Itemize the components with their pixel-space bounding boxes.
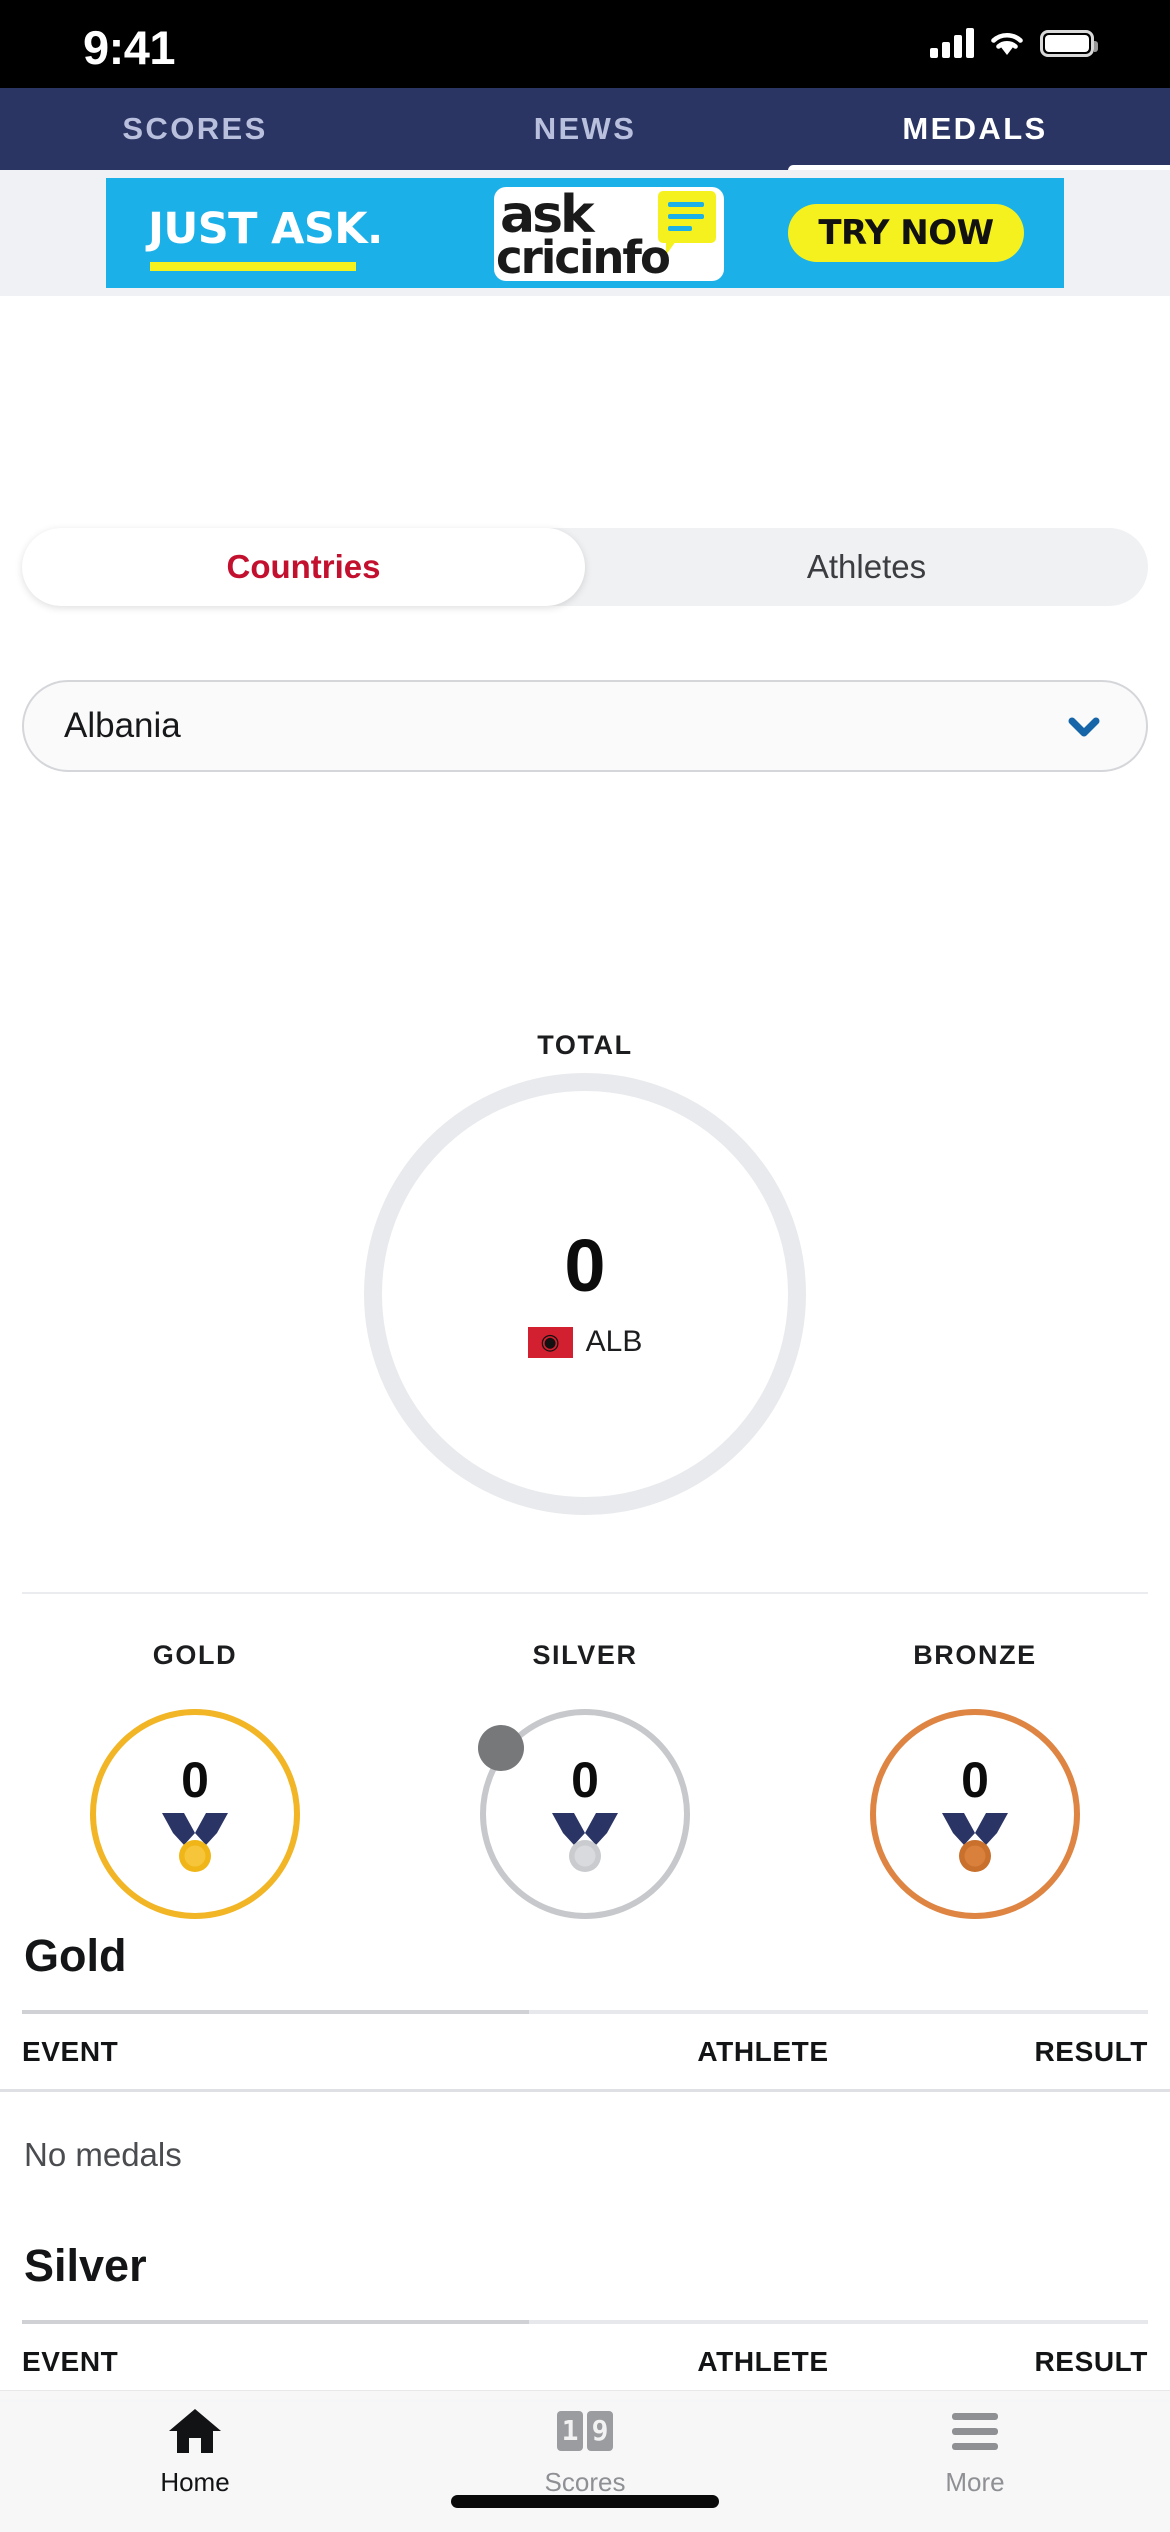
medal-column-silver: SILVER 0 <box>390 1640 780 1919</box>
segment-countries[interactable]: Countries <box>22 528 585 606</box>
section-rule-silver <box>22 2320 1148 2324</box>
tab-bar-item-more[interactable]: More <box>780 2405 1170 2498</box>
table-header-gold: EVENT ATHLETE RESULT <box>0 2014 1170 2092</box>
total-country: ◉ ALB <box>527 1325 643 1359</box>
gold-ring: 0 <box>90 1709 300 1919</box>
status-bar-indicators <box>930 28 1098 58</box>
tab-bar-label-home: Home <box>160 2467 230 2497</box>
ad-logo-secondary: cricinfo <box>496 231 671 284</box>
total-medal-ring: 0 ◉ ALB <box>364 1073 806 1515</box>
tab-medals[interactable]: MEDALS <box>780 88 1170 176</box>
medal-column-gold: GOLD 0 <box>0 1640 390 1919</box>
total-label: TOTAL <box>537 1030 633 1060</box>
column-header-event-silver: EVENT <box>22 2345 119 2377</box>
scoreboard-digit-1: 1 <box>557 2411 583 2451</box>
section-rule-gold <box>22 2010 1148 2014</box>
silver-count: 0 <box>571 1752 599 1808</box>
total-country-abbr: ALB <box>585 1325 643 1358</box>
silver-label: SILVER <box>532 1640 638 1670</box>
bottom-tab-bar: Home 1 9 Scores More <box>0 2390 1170 2532</box>
section-title-silver: Silver <box>24 2240 147 2291</box>
column-header-result: RESULT <box>1034 2035 1148 2067</box>
tab-bar-item-home[interactable]: Home <box>0 2405 390 2498</box>
tab-bar-item-scores[interactable]: 1 9 Scores <box>390 2405 780 2498</box>
column-header-athlete-silver: ATHLETE <box>697 2345 829 2377</box>
bronze-count: 0 <box>961 1752 989 1808</box>
ad-banner-container: JUST ASK. ask cricinfo TRY NOW <box>0 170 1170 296</box>
ask-cricinfo-logo: ask cricinfo <box>494 185 724 284</box>
segment-athletes[interactable]: Athletes <box>585 528 1148 606</box>
battery-icon <box>1040 29 1098 57</box>
status-bar-time: 9:41 <box>83 21 176 74</box>
albania-flag-icon: ◉ <box>527 1326 573 1358</box>
section-divider <box>22 1592 1148 1594</box>
home-icon <box>166 2405 224 2457</box>
column-header-event: EVENT <box>22 2035 119 2067</box>
ad-headline: JUST ASK. <box>148 204 383 254</box>
country-select-value: Albania <box>64 706 181 745</box>
scoreboard-icon: 1 9 <box>557 2405 613 2457</box>
section-gold: Gold EVENT ATHLETE RESULT No medals <box>0 1930 1170 2174</box>
hamburger-icon <box>952 2405 998 2457</box>
cellular-signal-icon <box>930 28 974 58</box>
home-indicator <box>451 2495 719 2508</box>
tab-scores[interactable]: SCORES <box>0 88 390 170</box>
section-title-gold: Gold <box>24 1930 127 1981</box>
ad-banner[interactable]: JUST ASK. ask cricinfo TRY NOW <box>106 178 1064 288</box>
scoreboard-digit-2: 9 <box>587 2411 613 2451</box>
chevron-down-icon[interactable] <box>1062 704 1106 748</box>
medal-column-bronze: BRONZE 0 <box>780 1640 1170 1919</box>
medal-breakdown: GOLD 0 SILVER 0 BRONZE 0 <box>0 1640 1170 1919</box>
tab-bar-label-scores: Scores <box>544 2467 626 2497</box>
gold-label: GOLD <box>152 1640 238 1670</box>
tab-news[interactable]: NEWS <box>390 88 780 170</box>
total-count: 0 <box>564 1224 606 1307</box>
bronze-medal-icon <box>930 1811 1020 1873</box>
app-screen: 9:41 SCORES NEWS MEDALS JUST ASK. ask cr… <box>0 0 1170 2532</box>
country-select[interactable]: Albania <box>22 680 1148 772</box>
column-header-result-silver: RESULT <box>1034 2345 1148 2377</box>
ad-cta-button[interactable]: TRY NOW <box>788 204 1024 262</box>
silver-medal-icon <box>540 1811 630 1873</box>
column-header-athlete: ATHLETE <box>697 2035 829 2067</box>
section-silver: Silver EVENT ATHLETE RESULT <box>0 2240 1170 2402</box>
top-tab-bar: SCORES NEWS MEDALS <box>0 88 1170 176</box>
wifi-icon <box>987 28 1027 58</box>
tab-bar-label-more: More <box>945 2467 1005 2497</box>
bronze-label: BRONZE <box>913 1640 1037 1670</box>
silver-ring: 0 <box>478 1709 690 1919</box>
status-bar: 9:41 <box>0 0 1170 88</box>
gold-count: 0 <box>181 1752 209 1808</box>
empty-state-gold: No medals <box>24 2136 182 2173</box>
silver-progress-knob <box>478 1725 524 1771</box>
gold-medal-icon <box>150 1811 240 1873</box>
ad-headline-underline <box>150 262 356 271</box>
bronze-ring: 0 <box>870 1709 1080 1919</box>
segmented-control: Countries Athletes <box>22 528 1148 606</box>
